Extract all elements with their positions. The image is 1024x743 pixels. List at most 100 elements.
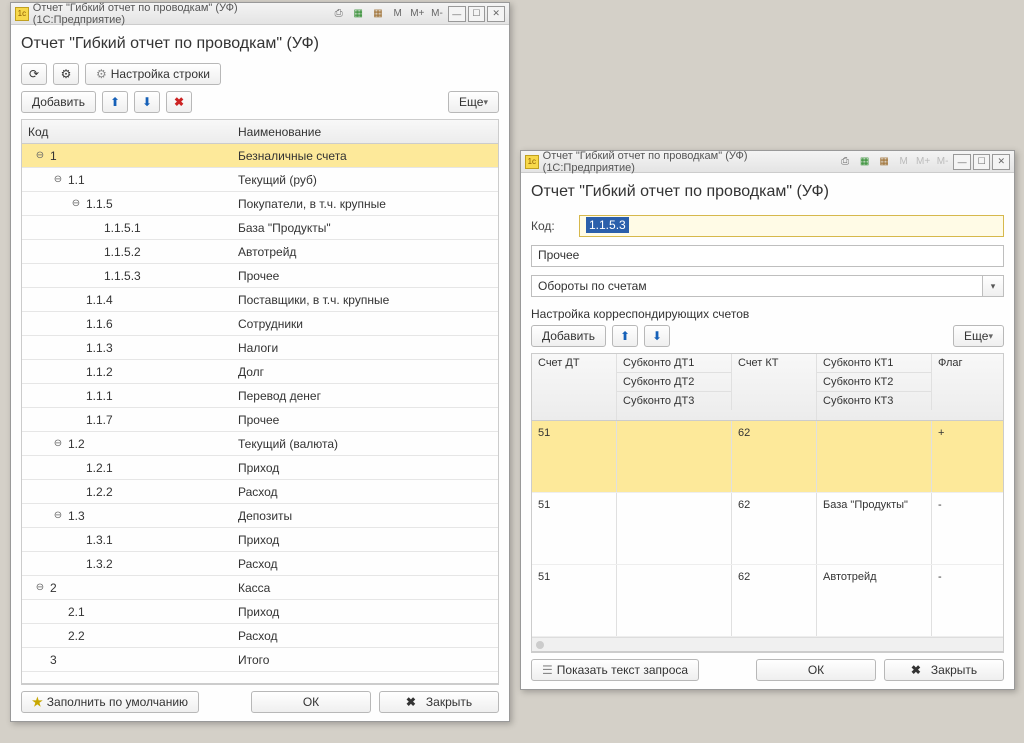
arrow-up-icon: ⬆ (110, 95, 120, 109)
settings-button[interactable]: ⚙ Настройка строки (85, 63, 221, 85)
tree-row[interactable]: 1.1.6Сотрудники (22, 312, 498, 336)
tree-row[interactable]: 2.2Расход (22, 624, 498, 648)
tree-code: 1.1.3 (86, 341, 113, 355)
minimize-btn[interactable]: — (448, 6, 466, 22)
tree-row[interactable]: ⊖1Безналичные счета (22, 144, 498, 168)
tree-row[interactable]: 2.1Приход (22, 600, 498, 624)
tree-name: Расход (232, 557, 498, 571)
maximize-btn[interactable]: ☐ (468, 6, 486, 22)
tree-toggle[interactable]: ⊖ (34, 150, 46, 162)
tree-toggle (70, 414, 82, 426)
move-up-button[interactable]: ⬆ (102, 91, 128, 113)
tree-code: 1.1.7 (86, 413, 113, 427)
show-query-button[interactable]: ☰ Показать текст запроса (531, 659, 699, 681)
move-down-button[interactable]: ⬇ (644, 325, 670, 347)
calendar-icon[interactable]: ▦ (875, 154, 893, 170)
tree-row[interactable]: 1.1.3Налоги (22, 336, 498, 360)
move-down-button[interactable]: ⬇ (134, 91, 160, 113)
table-row[interactable]: 5162Автотрейд- (532, 565, 1003, 637)
delete-button[interactable]: ✖ (166, 91, 192, 113)
tree-name: Приход (232, 461, 498, 475)
tree-name: Текущий (руб) (232, 173, 498, 187)
tree-row[interactable]: ⊖1.2Текущий (валюта) (22, 432, 498, 456)
tree-grid[interactable]: Код Наименование ⊖1Безналичные счета⊖1.1… (21, 119, 499, 684)
tree-row[interactable]: 1.2.1 Приход (22, 456, 498, 480)
tree-row[interactable]: 1.1.2Долг (22, 360, 498, 384)
move-up-button[interactable]: ⬆ (612, 325, 638, 347)
tree-row[interactable]: ⊖2Касса (22, 576, 498, 600)
tree-code: 1.1.5.2 (104, 245, 141, 259)
close-button[interactable]: ✖ Закрыть (379, 691, 499, 713)
tree-row[interactable]: 1.1.5.3Прочее (22, 264, 498, 288)
section-label: Настройка корреспондирующих счетов (531, 307, 1004, 321)
icon-btn-2[interactable]: ⚙ (53, 63, 79, 85)
tree-row[interactable]: 3Итого (22, 648, 498, 672)
tree-toggle[interactable]: ⊖ (34, 582, 46, 594)
tree-code: 1.1.2 (86, 365, 113, 379)
tree-toggle (70, 486, 82, 498)
icon-btn-1[interactable]: ⟳ (21, 63, 47, 85)
ok-button[interactable]: ОК (251, 691, 371, 713)
fill-default-button[interactable]: ★ Заполнить по умолчанию (21, 691, 199, 713)
tree-row[interactable]: 1.1.4Поставщики, в т.ч. крупные (22, 288, 498, 312)
m-minus-btn[interactable]: M- (934, 154, 952, 170)
tree-name: Перевод денег (232, 389, 498, 403)
print-icon[interactable]: ⎙ (330, 6, 348, 22)
tree-row[interactable]: 1.1.5.1База "Продукты" (22, 216, 498, 240)
cell-flag: - (932, 565, 982, 636)
tree-row[interactable]: 1.3.2Расход (22, 552, 498, 576)
more-button[interactable]: Еще (448, 91, 499, 113)
tree-row[interactable]: 1.2.2Расход (22, 480, 498, 504)
minimize-btn[interactable]: — (953, 154, 971, 170)
tree-toggle (70, 294, 82, 306)
page-title: Отчет "Гибкий отчет по проводкам" (УФ) (531, 183, 1004, 201)
tree-name: Приход (232, 533, 498, 547)
table-row[interactable]: 5162+ (532, 421, 1003, 493)
arrow-down-icon: ⬇ (652, 329, 662, 343)
tree-toggle[interactable]: ⊖ (52, 510, 64, 522)
m-minus-btn[interactable]: M- (428, 6, 446, 22)
accounts-grid[interactable]: Счет ДТ Субконто ДТ1 Субконто ДТ2 Субкон… (531, 353, 1004, 652)
titlebar[interactable]: 1c Отчет "Гибкий отчет по проводкам" (УФ… (11, 3, 509, 25)
tree-code: 1.2.1 (86, 461, 113, 475)
arrow-up-icon: ⬆ (620, 329, 630, 343)
calc-icon[interactable]: ▦ (349, 6, 367, 22)
tree-row[interactable]: ⊖1.3Депозиты (22, 504, 498, 528)
close-window-btn[interactable]: ✕ (992, 154, 1010, 170)
add-button[interactable]: Добавить (531, 325, 606, 347)
name-input[interactable]: Прочее (531, 245, 1004, 267)
tree-toggle[interactable]: ⊖ (52, 438, 64, 450)
add-button[interactable]: Добавить (21, 91, 96, 113)
tree-row[interactable]: 1.3.1Приход (22, 528, 498, 552)
titlebar[interactable]: 1c Отчет "Гибкий отчет по проводкам" (УФ… (521, 151, 1014, 173)
close-button[interactable]: ✖ Закрыть (884, 659, 1004, 681)
close-window-btn[interactable]: ✕ (487, 6, 505, 22)
table-row[interactable]: 5162База "Продукты"- (532, 493, 1003, 565)
horizontal-scrollbar[interactable] (532, 637, 1003, 651)
m-plus-btn[interactable]: M+ (914, 154, 932, 170)
tree-row[interactable]: 1.1.1Перевод денег (22, 384, 498, 408)
ok-button[interactable]: ОК (756, 659, 876, 681)
type-select-dropdown[interactable]: ▾ (982, 275, 1004, 297)
tree-toggle[interactable]: ⊖ (52, 174, 64, 186)
tree-toggle[interactable]: ⊖ (70, 198, 82, 210)
tree-code: 2 (50, 581, 57, 595)
calc-icon[interactable]: ▦ (856, 154, 874, 170)
tree-code: 1 (50, 149, 57, 163)
code-input[interactable]: 1.1.5.3 (579, 215, 1004, 237)
tree-row[interactable]: 1.1.5.2Автотрейд (22, 240, 498, 264)
m-plus-btn[interactable]: M+ (408, 6, 426, 22)
calendar-icon[interactable]: ▦ (369, 6, 387, 22)
m-btn[interactable]: M (895, 154, 913, 170)
more-button[interactable]: Еще (953, 325, 1004, 347)
tree-row[interactable]: ⊖1.1.5Покупатели, в т.ч. крупные (22, 192, 498, 216)
cell-subk (817, 421, 932, 492)
print-icon[interactable]: ⎙ (836, 154, 854, 170)
m-btn[interactable]: M (389, 6, 407, 22)
tree-row[interactable]: ⊖1.1Текущий (руб) (22, 168, 498, 192)
col-kt: Счет КТ (732, 354, 817, 420)
tree-name: Покупатели, в т.ч. крупные (232, 197, 498, 211)
tree-row[interactable]: 1.1.7Прочее (22, 408, 498, 432)
maximize-btn[interactable]: ☐ (973, 154, 991, 170)
type-select[interactable]: Обороты по счетам (531, 275, 982, 297)
